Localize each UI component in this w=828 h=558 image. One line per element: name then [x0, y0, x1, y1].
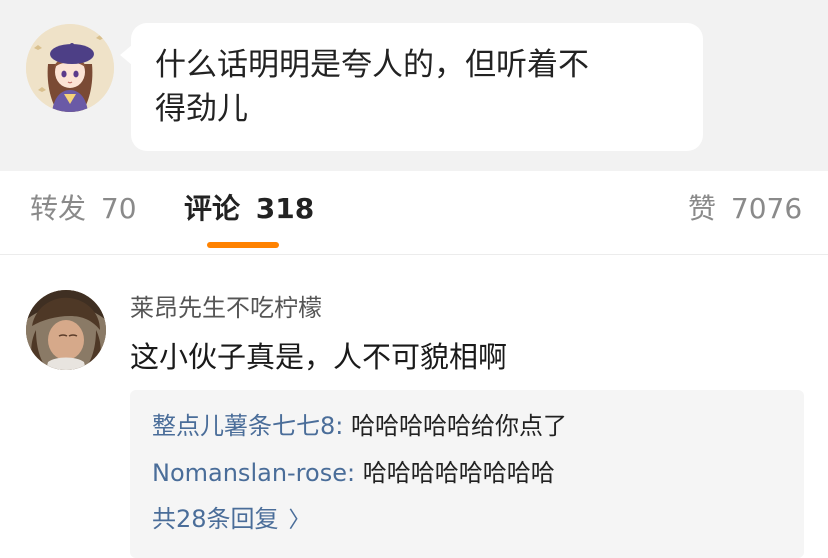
replies-box: 整点儿薯条七七8: 哈哈哈哈哈给你点了 Nomanslan-rose: 哈哈哈哈… [130, 390, 804, 558]
tab-likes-count: 7076 [730, 192, 803, 225]
post-author-avatar[interactable] [26, 24, 114, 112]
reply-author[interactable]: Nomanslan-rose: [152, 459, 355, 487]
tab-comments-count: 318 [255, 192, 315, 225]
reply-text: 哈哈哈哈哈给你点了 [343, 412, 567, 440]
comment-text: 这小伙子真是，人不可貌相啊 [130, 340, 508, 374]
post-text: 什么话明明是夸人的，但听着不 得劲儿 [155, 47, 589, 127]
post-area: 什么话明明是夸人的，但听着不 得劲儿 [0, 0, 828, 171]
commenter-photo [26, 290, 106, 370]
reply-item[interactable]: Nomanslan-rose: 哈哈哈哈哈哈哈哈 [152, 457, 555, 489]
interaction-tabs: 转发 70 评论 318 赞 7076 [0, 171, 828, 255]
anime-girl-avatar-illustration [26, 24, 114, 112]
post-speech-bubble: 什么话明明是夸人的，但听着不 得劲儿 [120, 23, 703, 151]
tab-reposts-count: 70 [100, 192, 137, 225]
active-tab-indicator [207, 242, 279, 248]
reply-author[interactable]: 整点儿薯条七七8: [152, 412, 343, 440]
reply-text: 哈哈哈哈哈哈哈哈 [355, 459, 555, 487]
reply-item[interactable]: 整点儿薯条七七8: 哈哈哈哈哈给你点了 [152, 410, 567, 442]
tab-reposts-label: 转发 [30, 192, 87, 225]
tab-reposts[interactable]: 转发 70 [30, 191, 137, 227]
tabs-divider [0, 254, 828, 255]
tab-likes-label: 赞 [688, 192, 717, 225]
commenter-avatar[interactable] [26, 290, 106, 370]
tab-comments[interactable]: 评论 318 [184, 191, 314, 227]
more-replies-label: 共28条回复 [152, 505, 279, 533]
tab-likes[interactable]: 赞 7076 [688, 191, 802, 227]
chevron-right-icon: 〉 [288, 508, 311, 533]
commenter-username[interactable]: 莱昂先生不吃柠檬 [130, 293, 322, 323]
view-more-replies-link[interactable]: 共28条回复〉 [152, 503, 311, 537]
tab-comments-label: 评论 [184, 192, 241, 225]
